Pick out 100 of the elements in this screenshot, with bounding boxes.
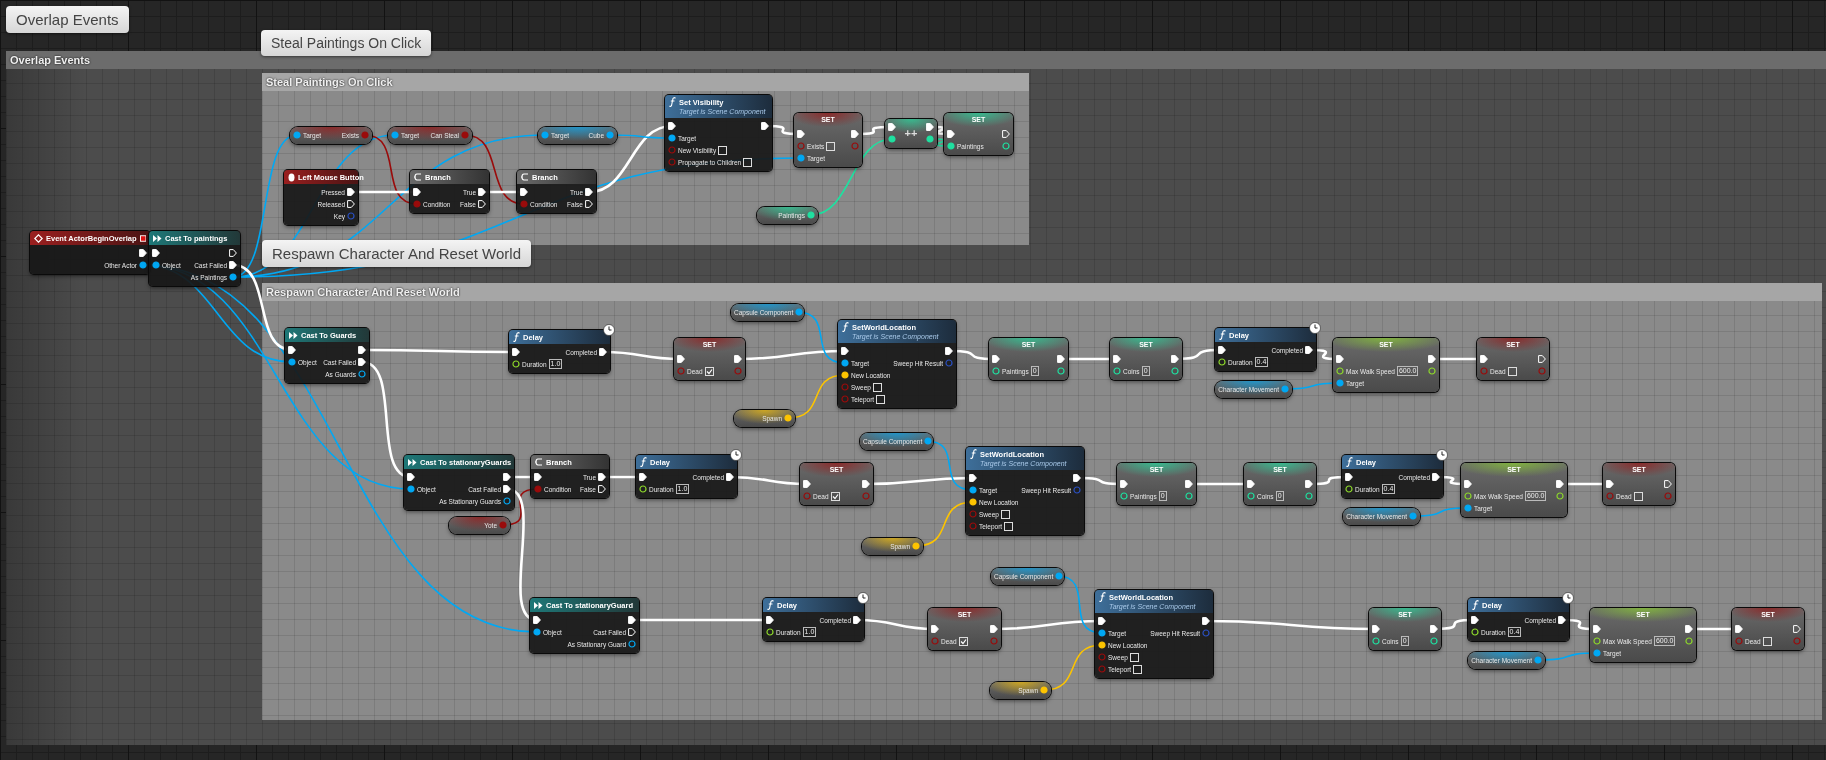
exec-pin[interactable]	[533, 616, 541, 624]
data-pin[interactable]	[229, 273, 237, 281]
comment-title[interactable]: Overlap Events	[6, 51, 1826, 69]
delegate-pin-icon[interactable]	[139, 234, 146, 242]
exec-pin[interactable]	[761, 122, 769, 130]
exec-pin[interactable]	[628, 628, 636, 636]
exec-pin[interactable]	[766, 616, 774, 624]
exec-pin[interactable]	[1558, 616, 1566, 624]
checkbox[interactable]	[826, 141, 836, 151]
exec-pin[interactable]	[639, 473, 647, 481]
exec-pin[interactable]	[1113, 355, 1121, 363]
data-pin[interactable]	[1471, 628, 1479, 636]
checkbox[interactable]	[1507, 366, 1517, 376]
exec-pin[interactable]	[1664, 480, 1672, 488]
exec-pin[interactable]	[1002, 130, 1010, 138]
exec-pin[interactable]	[139, 249, 147, 257]
exec-pin[interactable]	[734, 355, 742, 363]
exec-pin[interactable]	[1305, 346, 1313, 354]
comment-bubble[interactable]: Steal Paintings On Click	[261, 30, 432, 56]
exec-pin[interactable]	[945, 347, 953, 355]
exec-pin[interactable]	[931, 625, 939, 633]
exec-pin[interactable]	[585, 188, 593, 196]
exec-pin[interactable]	[1372, 625, 1380, 633]
exec-pin[interactable]	[1432, 473, 1440, 481]
checkbox[interactable]	[1633, 491, 1643, 501]
exec-pin[interactable]	[853, 616, 861, 624]
exec-pin[interactable]	[152, 249, 160, 257]
checkbox[interactable]	[876, 394, 886, 404]
exec-pin[interactable]	[1336, 355, 1344, 363]
exec-pin[interactable]	[926, 123, 934, 131]
exec-pin[interactable]	[1430, 625, 1438, 633]
exec-pin[interactable]	[628, 616, 636, 624]
exec-pin[interactable]	[512, 348, 520, 356]
exec-pin[interactable]	[478, 200, 486, 208]
exec-pin[interactable]	[1685, 625, 1693, 633]
exec-pin[interactable]	[726, 473, 734, 481]
exec-pin[interactable]	[947, 130, 955, 138]
exec-pin[interactable]	[520, 188, 528, 196]
exec-pin[interactable]	[599, 348, 607, 356]
exec-pin[interactable]	[503, 485, 511, 493]
exec-pin[interactable]	[888, 123, 896, 131]
exec-pin[interactable]	[677, 355, 685, 363]
checkbox[interactable]	[958, 636, 968, 646]
exec-pin[interactable]	[358, 346, 366, 354]
exec-pin[interactable]	[668, 122, 676, 130]
exec-pin[interactable]	[1428, 355, 1436, 363]
exec-pin[interactable]	[478, 188, 486, 196]
exec-pin[interactable]	[992, 355, 1000, 363]
comment-bubble[interactable]: Overlap Events	[6, 6, 129, 33]
checkbox[interactable]	[1762, 636, 1772, 646]
checkbox[interactable]	[1133, 664, 1143, 674]
exec-pin[interactable]	[1593, 625, 1601, 633]
checkbox[interactable]	[743, 157, 753, 167]
exec-pin[interactable]	[1057, 355, 1065, 363]
data-pin[interactable]	[1098, 629, 1106, 637]
exec-pin[interactable]	[585, 200, 593, 208]
exec-pin[interactable]	[1218, 346, 1226, 354]
exec-pin[interactable]	[1171, 355, 1179, 363]
exec-pin[interactable]	[990, 625, 998, 633]
exec-pin[interactable]	[1073, 474, 1081, 482]
exec-pin[interactable]	[797, 130, 805, 138]
exec-pin[interactable]	[358, 358, 366, 366]
exec-pin[interactable]	[534, 473, 542, 481]
exec-pin[interactable]	[1606, 480, 1614, 488]
exec-pin[interactable]	[1305, 480, 1313, 488]
checkbox[interactable]	[830, 491, 840, 501]
exec-pin[interactable]	[413, 188, 421, 196]
exec-pin[interactable]	[1345, 473, 1353, 481]
exec-pin[interactable]	[1471, 616, 1479, 624]
exec-pin[interactable]	[1202, 617, 1210, 625]
data-pin[interactable]	[1345, 485, 1353, 493]
checkbox[interactable]	[872, 382, 882, 392]
exec-pin[interactable]	[229, 249, 237, 257]
exec-pin[interactable]	[1120, 480, 1128, 488]
data-pin[interactable]	[358, 370, 366, 378]
exec-pin[interactable]	[1735, 625, 1743, 633]
exec-pin[interactable]	[1556, 480, 1564, 488]
exec-pin[interactable]	[851, 130, 859, 138]
data-pin[interactable]	[628, 640, 636, 648]
data-pin[interactable]	[288, 358, 296, 366]
exec-pin[interactable]	[598, 473, 606, 481]
exec-pin[interactable]	[1247, 480, 1255, 488]
exec-pin[interactable]	[347, 188, 355, 196]
checkbox[interactable]	[1129, 652, 1139, 662]
exec-pin[interactable]	[1185, 480, 1193, 488]
exec-pin[interactable]	[503, 473, 511, 481]
exec-pin[interactable]	[347, 200, 355, 208]
exec-pin[interactable]	[407, 473, 415, 481]
data-pin[interactable]	[766, 628, 774, 636]
data-pin[interactable]	[139, 261, 147, 269]
exec-pin[interactable]	[1480, 355, 1488, 363]
exec-pin[interactable]	[1538, 355, 1546, 363]
exec-pin[interactable]	[1098, 617, 1106, 625]
checkbox[interactable]	[1004, 521, 1014, 531]
data-pin[interactable]	[969, 486, 977, 494]
exec-pin[interactable]	[841, 347, 849, 355]
data-pin[interactable]	[1218, 358, 1226, 366]
data-pin[interactable]	[152, 261, 160, 269]
exec-pin[interactable]	[1464, 480, 1472, 488]
checkbox[interactable]	[704, 366, 714, 376]
